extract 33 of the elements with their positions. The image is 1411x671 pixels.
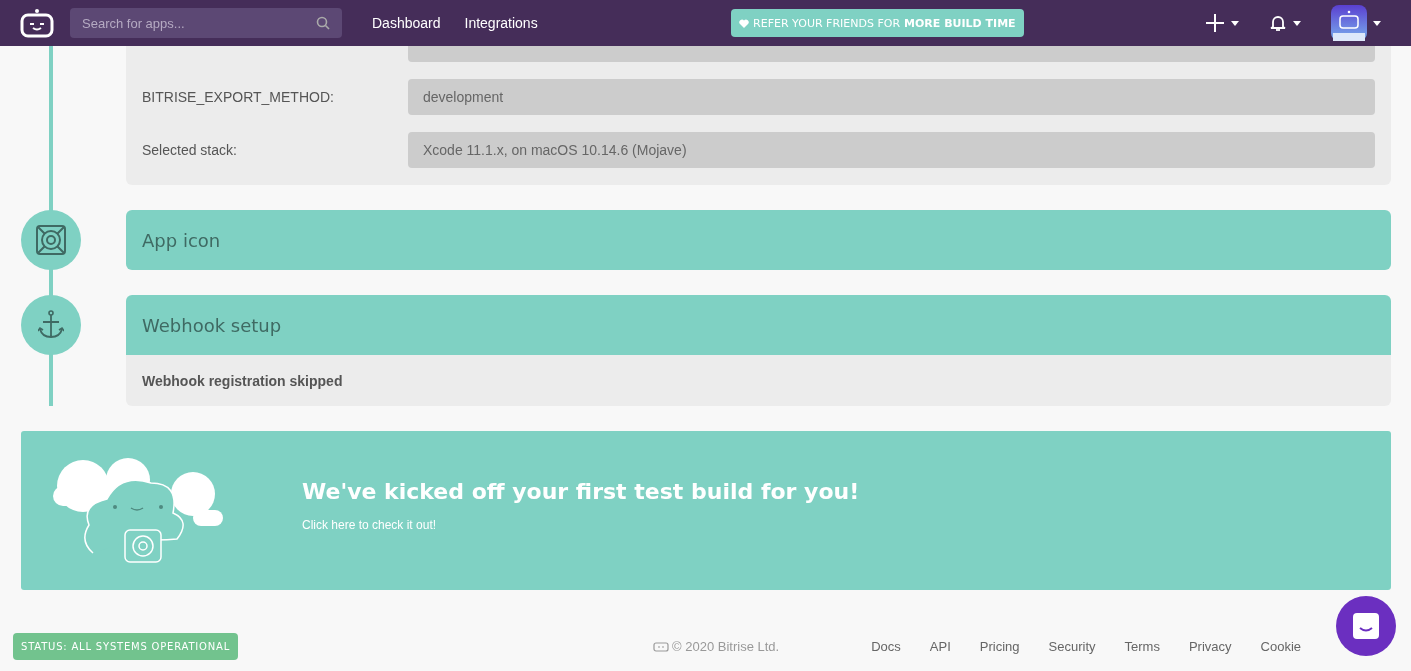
setting-value-field: development — [408, 79, 1375, 115]
anchor-icon — [38, 310, 64, 340]
footer-link[interactable]: Docs — [871, 638, 901, 654]
nav-link[interactable]: Integrations — [464, 15, 538, 31]
avatar-icon[interactable] — [1331, 5, 1367, 41]
search-icon — [316, 16, 330, 30]
footer-link[interactable]: Terms — [1124, 638, 1160, 654]
step-message: Webhook registration skipped — [142, 372, 343, 389]
search-field[interactable]: Search for apps... — [70, 8, 342, 38]
chat-button[interactable] — [1336, 596, 1396, 656]
heart-icon — [739, 18, 750, 28]
step-header[interactable]: App icon — [126, 210, 1391, 270]
step-header[interactable]: Webhook setup — [126, 295, 1391, 355]
footer-link[interactable]: Security — [1048, 638, 1096, 654]
footer-link[interactable]: API — [929, 638, 951, 654]
lifebuoy-icon — [35, 224, 67, 256]
caret-icon[interactable] — [1373, 20, 1381, 26]
setting-value-field: Xcode 11.1.x, on macOS 10.14.6 (Mojave) — [408, 132, 1375, 168]
banner-title: We've kicked off your first test build for you! — [302, 479, 860, 504]
robot-logo-icon — [653, 640, 670, 652]
caret-icon[interactable] — [1231, 20, 1239, 26]
footer-link[interactable]: Cookie — [1260, 638, 1301, 654]
plus-icon[interactable] — [1205, 13, 1225, 33]
bell-icon[interactable] — [1269, 14, 1287, 32]
nav-link[interactable]: Dashboard — [372, 15, 441, 31]
chat-icon — [1352, 612, 1380, 640]
setting-label: Selected stack: — [142, 142, 238, 158]
caret-icon[interactable] — [1293, 20, 1301, 26]
robot-logo-icon[interactable] — [20, 8, 54, 38]
footer-link[interactable]: Pricing — [979, 638, 1020, 654]
footer-link[interactable]: Privacy — [1188, 638, 1232, 654]
copyright-text: © 2020 Bitrise Ltd. — [672, 638, 780, 654]
setting-label: BITRISE_EXPORT_METHOD: — [142, 89, 335, 105]
